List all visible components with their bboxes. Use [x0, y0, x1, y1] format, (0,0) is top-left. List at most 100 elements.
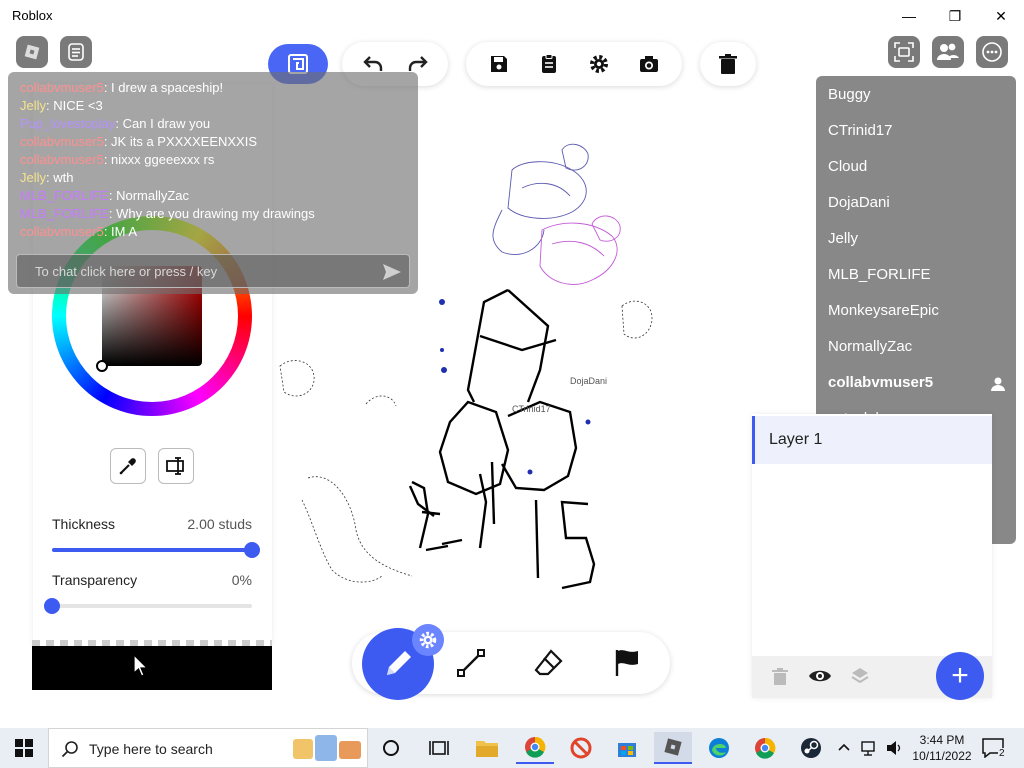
- chat-message-author[interactable]: Jelly: [20, 170, 46, 185]
- folder-icon: [476, 741, 498, 757]
- start-button[interactable]: [0, 728, 48, 768]
- notifications-button[interactable]: 2: [980, 732, 1010, 764]
- more-button[interactable]: [976, 36, 1008, 68]
- network-icon[interactable]: [860, 740, 878, 756]
- player-list-item[interactable]: Jelly: [828, 230, 858, 247]
- chat-send-button[interactable]: [381, 261, 403, 283]
- chat-message-author[interactable]: MLB_FORLIFE: [20, 188, 109, 203]
- chat-message: collabvmuser5: nixxx ggeeexxx rs: [20, 152, 214, 167]
- line-tool-button[interactable]: [456, 648, 486, 678]
- eyedropper-button[interactable]: [110, 448, 146, 484]
- chevron-up-icon[interactable]: [838, 742, 850, 752]
- send-icon: [383, 264, 401, 280]
- transparency-value: 0%: [231, 572, 252, 588]
- tool-settings-button[interactable]: [412, 624, 444, 656]
- edge-icon: [709, 738, 729, 758]
- clipboard-button[interactable]: [534, 49, 564, 79]
- search-highlight-icon: [293, 735, 361, 761]
- chat-message: Pup_lovestoplay: Can I draw you: [20, 116, 210, 131]
- save-button[interactable]: [484, 49, 514, 79]
- task-view-button[interactable]: [420, 732, 458, 764]
- cortana-icon: [383, 740, 399, 756]
- chat-message-author[interactable]: Jelly: [20, 98, 46, 113]
- restore-button[interactable]: ❐: [932, 0, 978, 32]
- chat-message: collabvmuser5: JK its a PXXXXEENXXIS: [20, 134, 257, 149]
- add-layer-button[interactable]: +: [936, 652, 984, 700]
- delete-group: [700, 42, 756, 86]
- logo-icon: [24, 44, 40, 60]
- player-list-item[interactable]: CTrinid17: [828, 122, 892, 139]
- taskbar-search[interactable]: Type here to search: [48, 728, 368, 768]
- player-list-item[interactable]: MonkeysareEpic: [828, 302, 939, 319]
- layers-icon[interactable]: [850, 666, 870, 686]
- chat-message-author[interactable]: Pup_lovestoplay: [20, 116, 115, 131]
- file-explorer-button[interactable]: [468, 732, 506, 764]
- camera-icon: [640, 56, 658, 72]
- windows-logo-icon: [15, 739, 33, 757]
- current-color-swatch[interactable]: [32, 646, 272, 690]
- roblox-menu-button[interactable]: [16, 36, 48, 68]
- app-red-button[interactable]: [562, 732, 600, 764]
- chat-message: collabvmuser5: IM A: [20, 224, 137, 239]
- thickness-fill: [52, 548, 252, 552]
- cursor-tag-dojadani: DojaDani: [570, 376, 607, 386]
- close-button[interactable]: ✕: [978, 0, 1024, 32]
- layer-name: Layer 1: [769, 431, 823, 448]
- volume-icon[interactable]: [886, 740, 904, 756]
- gear-icon: [419, 631, 437, 649]
- transparency-slider[interactable]: [52, 604, 252, 608]
- eraser-tool-button[interactable]: [534, 648, 564, 678]
- player-list-item[interactable]: collabvmuser5: [828, 374, 933, 391]
- rocket-drawing: [408, 288, 596, 590]
- transparency-thumb[interactable]: [44, 598, 60, 614]
- chat-message-author[interactable]: collabvmuser5: [20, 134, 104, 149]
- thickness-slider[interactable]: [52, 548, 252, 552]
- clock-date: 10/11/2022: [912, 749, 972, 763]
- file-group: [466, 42, 682, 86]
- eye-icon[interactable]: [808, 668, 832, 684]
- task-view-icon: [429, 741, 449, 755]
- chat-message-text: : JK its a PXXXXEENXXIS: [103, 134, 257, 149]
- chat-message: Jelly: NICE <3: [20, 98, 103, 113]
- layer-row[interactable]: Layer 1: [752, 416, 992, 464]
- plus-icon: +: [951, 659, 969, 692]
- trash-icon[interactable]: [772, 668, 788, 686]
- flag-tool-button[interactable]: [612, 648, 642, 678]
- store-button[interactable]: [608, 732, 646, 764]
- taskbar-clock[interactable]: 3:44 PM 10/11/2022: [912, 732, 972, 764]
- chat-message-author[interactable]: collabvmuser5: [20, 80, 104, 95]
- screenshot-icon: [894, 42, 914, 62]
- clock-time: 3:44 PM: [919, 733, 965, 747]
- search-placeholder: Type here to search: [89, 741, 213, 757]
- chat-message-author[interactable]: collabvmuser5: [20, 152, 104, 167]
- chrome-taskbar-button[interactable]: [516, 732, 554, 764]
- hex-input-button[interactable]: [158, 448, 194, 484]
- player-list-item[interactable]: DojaDani: [828, 194, 890, 211]
- players-button[interactable]: [932, 36, 964, 68]
- chrome-second-button[interactable]: [746, 732, 784, 764]
- cortana-button[interactable]: [372, 732, 410, 764]
- player-list-item[interactable]: Cloud: [828, 158, 867, 175]
- screenshot-button[interactable]: [888, 36, 920, 68]
- color-picker-knob[interactable]: [96, 360, 108, 372]
- chat-message-text: : NormallyZac: [108, 188, 190, 203]
- player-list-item[interactable]: MLB_FORLIFE: [828, 266, 931, 283]
- thickness-value: 2.00 studs: [187, 516, 252, 532]
- roblox-taskbar-button[interactable]: [654, 732, 692, 764]
- chat-message-author[interactable]: MLB_FORLIFE: [20, 206, 109, 221]
- chat-message-text: : NICE <3: [46, 98, 103, 113]
- player-list-item[interactable]: NormallyZac: [828, 338, 912, 355]
- settings-button[interactable]: [584, 49, 614, 79]
- edge-button[interactable]: [700, 732, 738, 764]
- steam-button[interactable]: [792, 732, 830, 764]
- chat-toggle-button[interactable]: [60, 36, 92, 68]
- minimize-button[interactable]: —: [886, 0, 932, 32]
- chat-message-author[interactable]: collabvmuser5: [20, 224, 104, 239]
- camera-button[interactable]: [634, 49, 664, 79]
- thickness-thumb[interactable]: [244, 542, 260, 558]
- menu-icon: [68, 43, 84, 61]
- chat-input[interactable]: To chat click here or press / key: [16, 254, 410, 288]
- clear-canvas-button[interactable]: [713, 49, 743, 79]
- search-icon: [61, 741, 78, 758]
- player-list-item[interactable]: Buggy: [828, 86, 871, 103]
